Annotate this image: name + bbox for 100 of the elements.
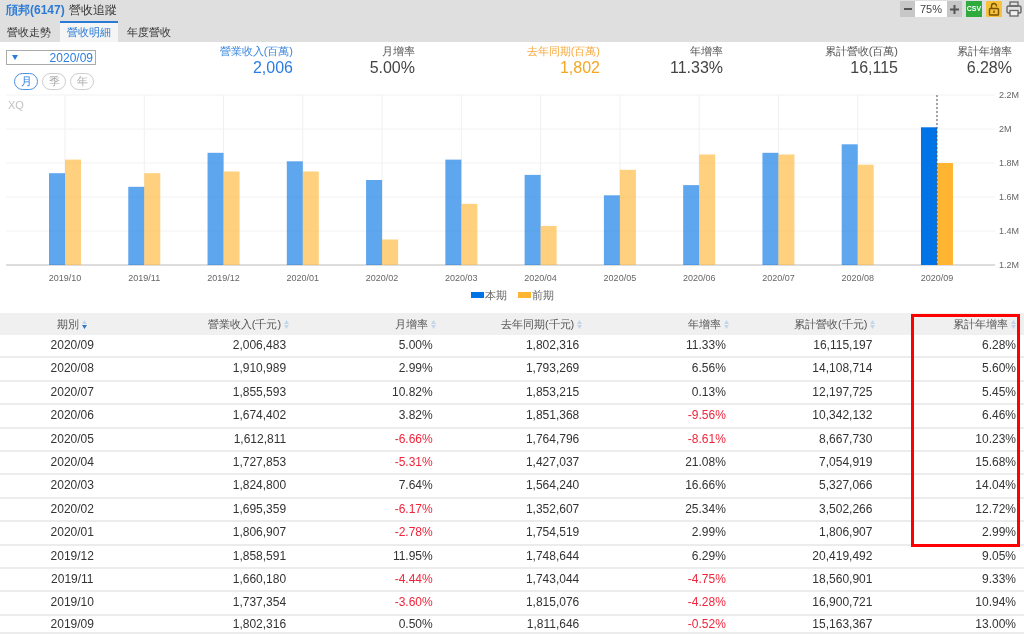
table-cell-text: 11.95% [391, 547, 434, 565]
plus-icon [950, 4, 959, 14]
table-cell-text: 5.00% [397, 337, 434, 354]
table-cell-text: 2019/12 [49, 547, 95, 565]
table-cell-text: 2.99% [690, 524, 727, 542]
table-cell-text: 2020/07 [49, 383, 95, 401]
table-cell-text: 1,793,269 [524, 360, 581, 378]
table-cell-text: 1,802,316 [231, 615, 288, 633]
table-cell-text: 14,108,714 [811, 360, 874, 378]
table-cell-text: 2020/01 [49, 524, 95, 542]
table-cell-text: 0.13% [690, 383, 727, 401]
tab[interactable]: 營收明細 [60, 21, 118, 42]
zoom-in-button[interactable] [947, 1, 962, 17]
tab[interactable]: 年度營收 [120, 21, 178, 42]
table-cell-text: -4.75% [686, 570, 727, 588]
table-cell-text: 2,006,483 [231, 337, 288, 354]
table-cell-text: -4.44% [393, 570, 434, 588]
axis-label: 2M [999, 124, 1012, 134]
table-cell-text: 2019/11 [50, 570, 95, 588]
table-cell-text: 1,564,240 [524, 477, 581, 495]
table-cell-text: -6.66% [393, 430, 434, 448]
table-cell-text: 1,851,368 [524, 407, 581, 425]
table-cell-text: 1,674,402 [231, 407, 288, 425]
stat-value: 6.28% [966, 58, 1012, 78]
table-cell-text: -8.61% [686, 430, 727, 448]
table-cell-text: 7.64% [397, 477, 434, 495]
table-cell-text: 2020/04 [49, 453, 95, 471]
column-header[interactable]: 去年同期(千元) [439, 313, 585, 335]
table-cell-text: 1,802,316 [524, 337, 581, 354]
table-cell-text: 12.72% [974, 500, 1017, 518]
table-cell-text: 1,743,044 [524, 570, 581, 588]
table-cell-text: 1,824,800 [231, 477, 288, 495]
table-cell-text: 5,327,066 [818, 477, 874, 495]
bar [603, 195, 620, 265]
table-cell-text: 3.82% [397, 407, 434, 425]
stat-value: 1,802 [559, 58, 600, 78]
column-header[interactable]: 營業收入(千元) [146, 313, 292, 335]
table-cell-text: 10.94% [974, 594, 1017, 612]
legend-label: 前期 [531, 288, 554, 302]
lock-icon[interactable] [986, 1, 1002, 17]
stat-label: 營業收入(百萬) [219, 45, 293, 58]
axis-label: 2020/04 [524, 273, 557, 283]
zoom-out-button[interactable] [900, 1, 915, 17]
table-cell-text: 1,612,811 [232, 430, 288, 448]
table-cell-text: 6.29% [690, 547, 727, 565]
axis-label: 1.4M [999, 226, 1019, 236]
frequency-toggle[interactable]: 月 [14, 73, 38, 90]
axis-label: 2020/01 [286, 273, 320, 283]
table-cell-text: 20,419,492 [811, 547, 874, 565]
axis-label: 1.2M [999, 260, 1019, 270]
table-cell-text: -4.28% [686, 594, 727, 612]
table-cell-text: -6.17% [393, 500, 434, 518]
table-cell-text: 15,163,367 [811, 615, 874, 633]
table-cell-text: 1,815,076 [524, 594, 581, 612]
column-header[interactable]: 年增率 [586, 313, 731, 335]
column-header[interactable]: 累計營收(千元) [732, 313, 878, 335]
table-cell-text: 1,660,180 [231, 570, 288, 588]
axis-label: 2020/07 [762, 273, 795, 283]
table-cell-text: 2020/02 [49, 500, 95, 518]
column-header[interactable]: 月增率 [293, 313, 438, 335]
table-cell-text: 25.34% [684, 500, 727, 518]
axis-label: 1.6M [999, 192, 1019, 202]
table-cell-text: 1,858,591 [231, 547, 288, 565]
table-cell-text: 16,900,721 [811, 594, 874, 612]
table-cell-text: 1,754,519 [524, 524, 581, 542]
axis-label: 2020/09 [920, 273, 954, 283]
print-icon[interactable] [1006, 1, 1022, 17]
table-cell-text: 6.56% [690, 360, 727, 378]
table-cell-text: 14.04% [974, 477, 1017, 495]
table-cell-text: 1,352,607 [524, 500, 581, 518]
table-cell-text: 2019/09 [49, 615, 95, 633]
table-cell-text: 2020/09 [49, 337, 95, 354]
stock-name: 頎邦(6147) [6, 3, 65, 17]
axis-label: 2020/02 [365, 273, 399, 283]
table-cell-text: 1,727,853 [231, 453, 288, 471]
table-cell-text: 13.00% [974, 615, 1017, 632]
table-cell-text: 2.99% [397, 360, 434, 378]
zoom-level-field[interactable]: 75% [915, 1, 947, 17]
table-cell-text: 2020/03 [49, 477, 95, 495]
axis-label: 2020/03 [445, 273, 478, 283]
table-cell-text: 1,427,037 [524, 453, 581, 471]
table-cell-text: -5.31% [393, 453, 434, 471]
stat-label: 累計年增率 [957, 45, 1012, 58]
tab[interactable]: 營收走勢 [0, 21, 58, 42]
table-cell-text: 0.50% [397, 615, 434, 633]
caret-icon [12, 55, 18, 60]
column-header[interactable]: 期別 [0, 313, 145, 335]
table-cell-text: -2.78% [393, 524, 434, 542]
table-cell-text: 1,811,646 [525, 615, 581, 633]
table-cell-text: 18,560,901 [811, 570, 874, 588]
axis-label: 2019/12 [207, 273, 240, 283]
stat-label: 去年同期(百萬) [526, 45, 600, 58]
table-cell-text: 1,855,593 [231, 383, 288, 401]
table-cell-text: 3,502,266 [818, 500, 874, 518]
period-dropdown[interactable]: 2020/09 [6, 50, 96, 65]
table-cell-text: 1,737,354 [231, 594, 288, 612]
table-cell-text: 2020/06 [49, 407, 95, 425]
table-cell-text: -0.52% [686, 615, 727, 633]
table-cell-text: 16.66% [684, 477, 727, 495]
stat-value: 16,115 [850, 58, 898, 78]
